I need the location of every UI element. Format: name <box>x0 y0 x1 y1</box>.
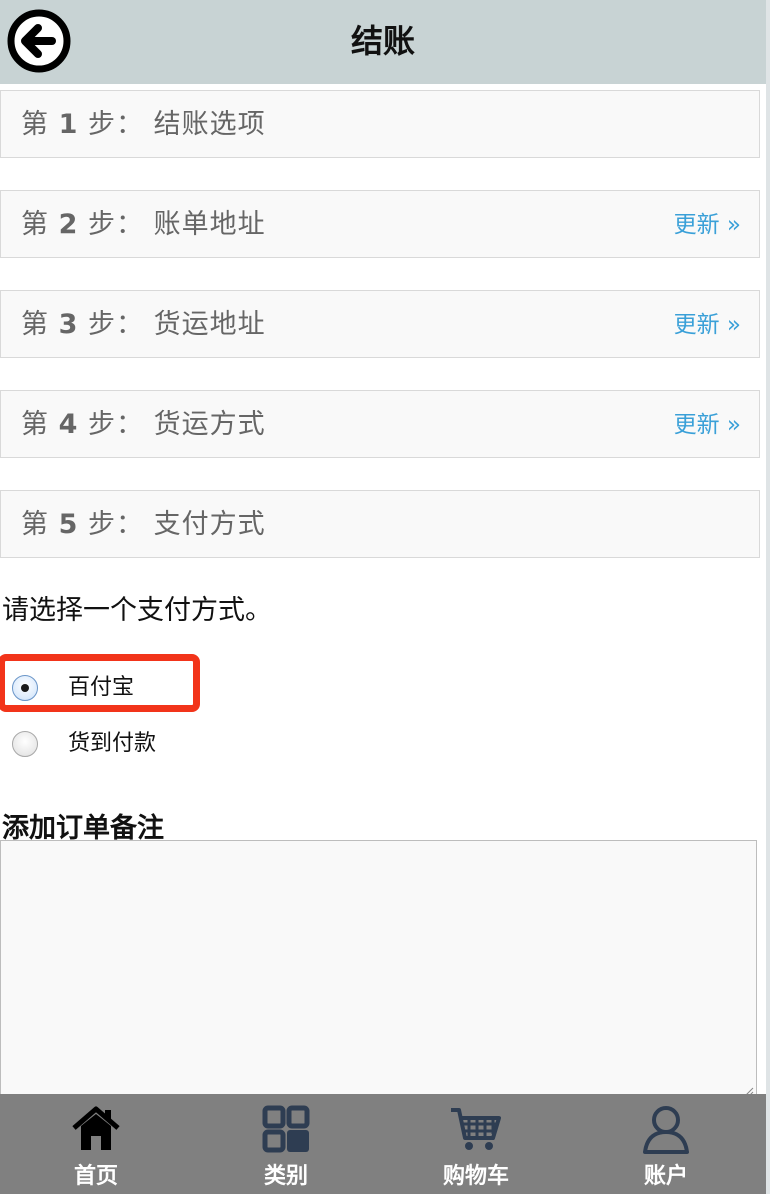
cart-icon <box>451 1108 501 1150</box>
tab-label: 首页 <box>73 1164 118 1189</box>
tab-label: 购物车 <box>442 1164 509 1189</box>
step-2-label: 第 2 步： 账单地址 <box>21 209 266 240</box>
order-notes-textarea[interactable] <box>0 840 757 1100</box>
grid-icon <box>262 1105 310 1153</box>
page-title: 结账 <box>350 22 415 60</box>
tab-account[interactable]: 账户 <box>601 1094 731 1194</box>
bottom-tab-bar: 首页 类别 购物车 账户 <box>0 1094 766 1194</box>
tab-cart[interactable]: 购物车 <box>411 1094 541 1194</box>
payment-option-cod[interactable]: 货到付款 <box>12 726 312 762</box>
step-4-panel[interactable]: 第 4 步： 货运方式 更新 » <box>0 390 760 458</box>
user-icon <box>643 1106 689 1154</box>
step-1-panel[interactable]: 第 1 步： 结账选项 <box>0 90 760 158</box>
payment-prompt: 请选择一个支付方式。 <box>2 595 272 626</box>
step-4-update-link[interactable]: 更新 » <box>674 391 741 459</box>
tab-home[interactable]: 首页 <box>31 1094 161 1194</box>
tab-categories[interactable]: 类别 <box>221 1094 351 1194</box>
tab-label: 类别 <box>263 1164 308 1189</box>
home-icon <box>72 1106 120 1150</box>
highlight-annotation <box>0 654 200 712</box>
tab-label: 账户 <box>643 1164 688 1189</box>
scroll-track <box>766 0 770 1194</box>
step-5-panel[interactable]: 第 5 步： 支付方式 <box>0 490 760 558</box>
header-bar: 结账 <box>0 0 766 84</box>
step-2-panel[interactable]: 第 2 步： 账单地址 更新 » <box>0 190 760 258</box>
radio-cod[interactable] <box>12 731 38 757</box>
step-3-update-link[interactable]: 更新 » <box>674 291 741 359</box>
step-4-label: 第 4 步： 货运方式 <box>21 409 266 440</box>
step-3-panel[interactable]: 第 3 步： 货运地址 更新 » <box>0 290 760 358</box>
step-3-label: 第 3 步： 货运地址 <box>21 309 266 340</box>
step-5-label: 第 5 步： 支付方式 <box>21 509 266 540</box>
payment-option-label: 货到付款 <box>68 731 157 756</box>
step-1-label: 第 1 步： 结账选项 <box>21 109 266 140</box>
step-2-update-link[interactable]: 更新 » <box>674 191 741 259</box>
